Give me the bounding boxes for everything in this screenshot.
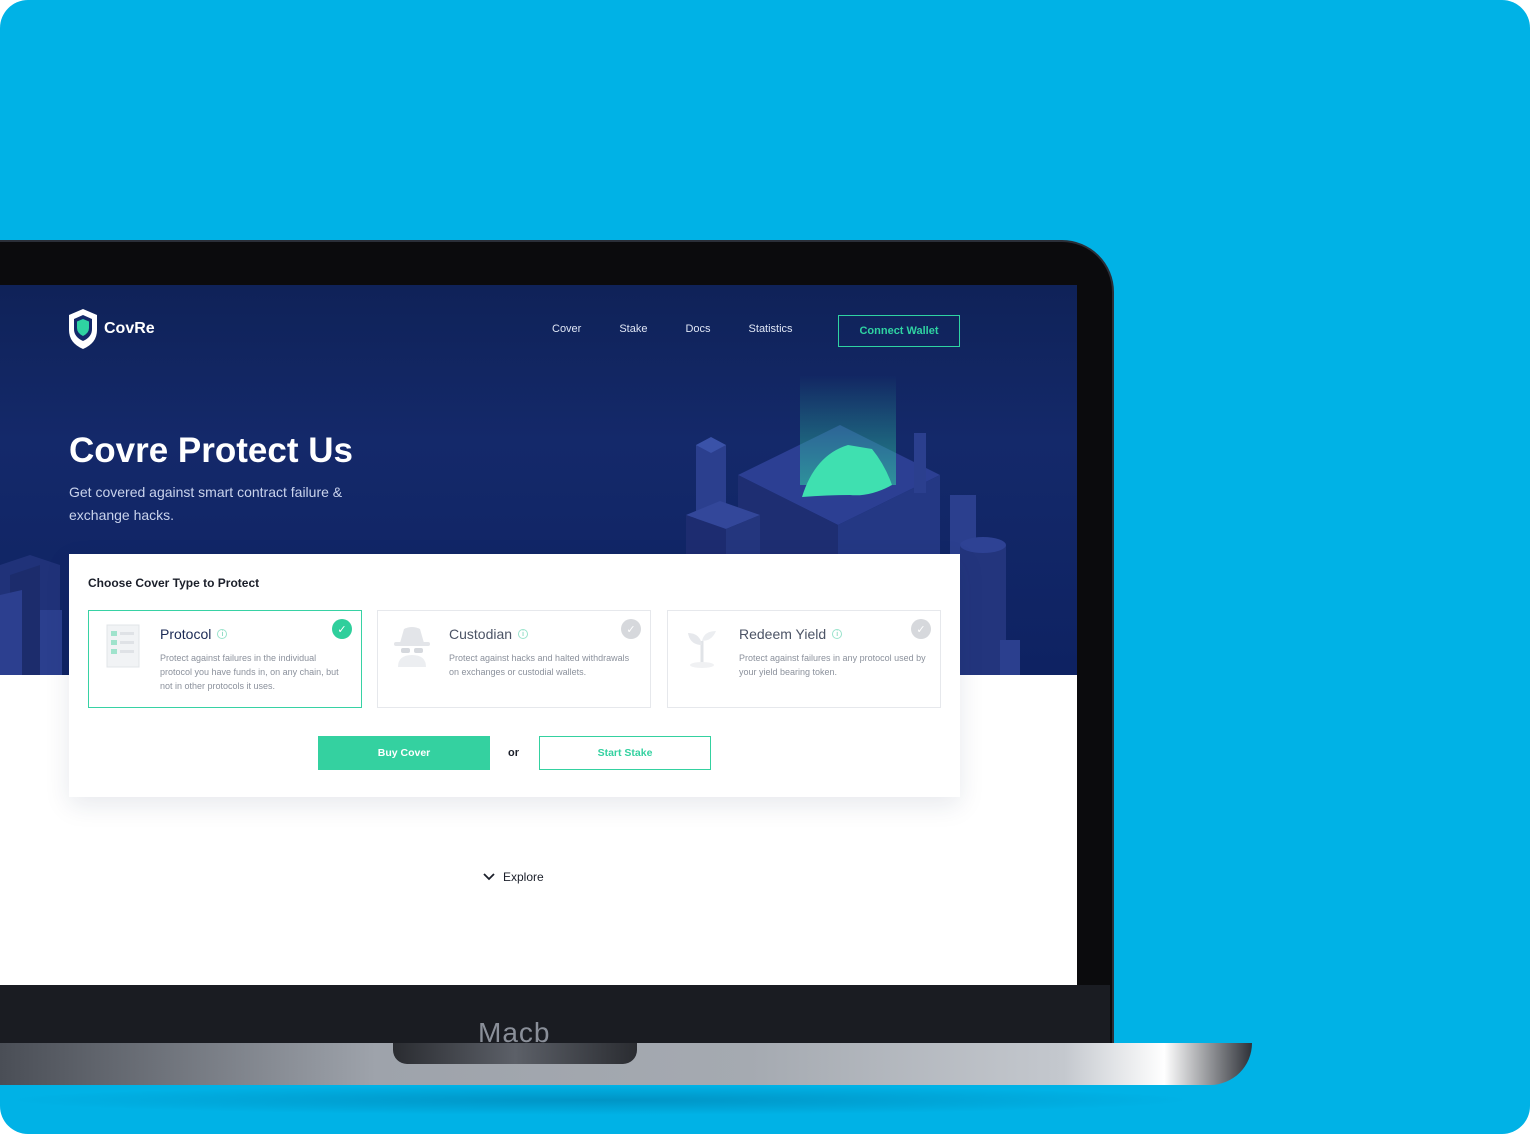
option-description: Protect against failures in the individu… bbox=[160, 653, 339, 691]
laptop-notch bbox=[393, 1043, 637, 1064]
sprout-icon bbox=[688, 631, 716, 668]
option-name-text: Custodian bbox=[449, 626, 513, 642]
info-icon[interactable]: i bbox=[832, 629, 843, 639]
laptop-screen: CovRe Cover Stake Docs Statistics Connec… bbox=[0, 285, 1077, 985]
covre-logo[interactable]: CovRe bbox=[68, 308, 155, 350]
hero-title: Covre Protect Us bbox=[69, 431, 353, 470]
connect-wallet-button[interactable]: Connect Wallet bbox=[838, 315, 960, 347]
laptop-shadow bbox=[0, 1085, 1200, 1115]
nav-cover[interactable]: Cover bbox=[552, 323, 581, 335]
main-nav: Cover Stake Docs Statistics bbox=[552, 323, 793, 335]
info-icon[interactable]: i bbox=[217, 629, 228, 639]
nav-stake[interactable]: Stake bbox=[619, 323, 647, 335]
option-description: Protect against hacks and halted withdra… bbox=[449, 653, 630, 677]
info-icon[interactable]: i bbox=[518, 629, 529, 639]
logo-text: CovRe bbox=[104, 320, 155, 337]
presentation-background: CovRe Cover Stake Docs Statistics Connec… bbox=[0, 0, 1530, 1134]
explore-link[interactable]: Explore bbox=[483, 870, 544, 884]
check-icon: ✓ bbox=[911, 619, 931, 639]
laptop-chin bbox=[0, 985, 1110, 1045]
cover-type-card: Choose Cover Type to Protect Protocol i … bbox=[69, 554, 960, 797]
option-custodian[interactable]: Custodian i Protect against hacks and ha… bbox=[377, 610, 651, 708]
hero-subtitle: Get covered against smart contract failu… bbox=[69, 484, 343, 523]
option-name: Protocol i bbox=[160, 626, 228, 642]
explore-label: Explore bbox=[503, 870, 544, 884]
buy-cover-button[interactable]: Buy Cover bbox=[318, 736, 490, 770]
option-name: Redeem Yield i bbox=[739, 626, 843, 642]
option-protocol[interactable]: Protocol i Protect against failures in t… bbox=[88, 610, 362, 708]
option-name: Custodian i bbox=[449, 626, 529, 642]
chevron-down-icon bbox=[483, 873, 495, 881]
nav-docs[interactable]: Docs bbox=[685, 323, 710, 335]
option-name-text: Protocol bbox=[160, 626, 212, 642]
nav-statistics[interactable]: Statistics bbox=[749, 323, 793, 335]
card-title: Choose Cover Type to Protect bbox=[88, 576, 260, 590]
check-icon: ✓ bbox=[332, 619, 352, 639]
option-redeem-yield[interactable]: Redeem Yield i Protect against failures … bbox=[667, 610, 941, 708]
option-description: Protect against failures in any protocol… bbox=[739, 653, 926, 677]
or-label: or bbox=[508, 747, 519, 759]
document-icon bbox=[106, 624, 140, 668]
spy-icon bbox=[394, 627, 430, 667]
shield-logo-icon bbox=[69, 309, 97, 349]
start-stake-button[interactable]: Start Stake bbox=[539, 736, 711, 770]
option-name-text: Redeem Yield bbox=[739, 626, 827, 642]
check-icon: ✓ bbox=[621, 619, 641, 639]
